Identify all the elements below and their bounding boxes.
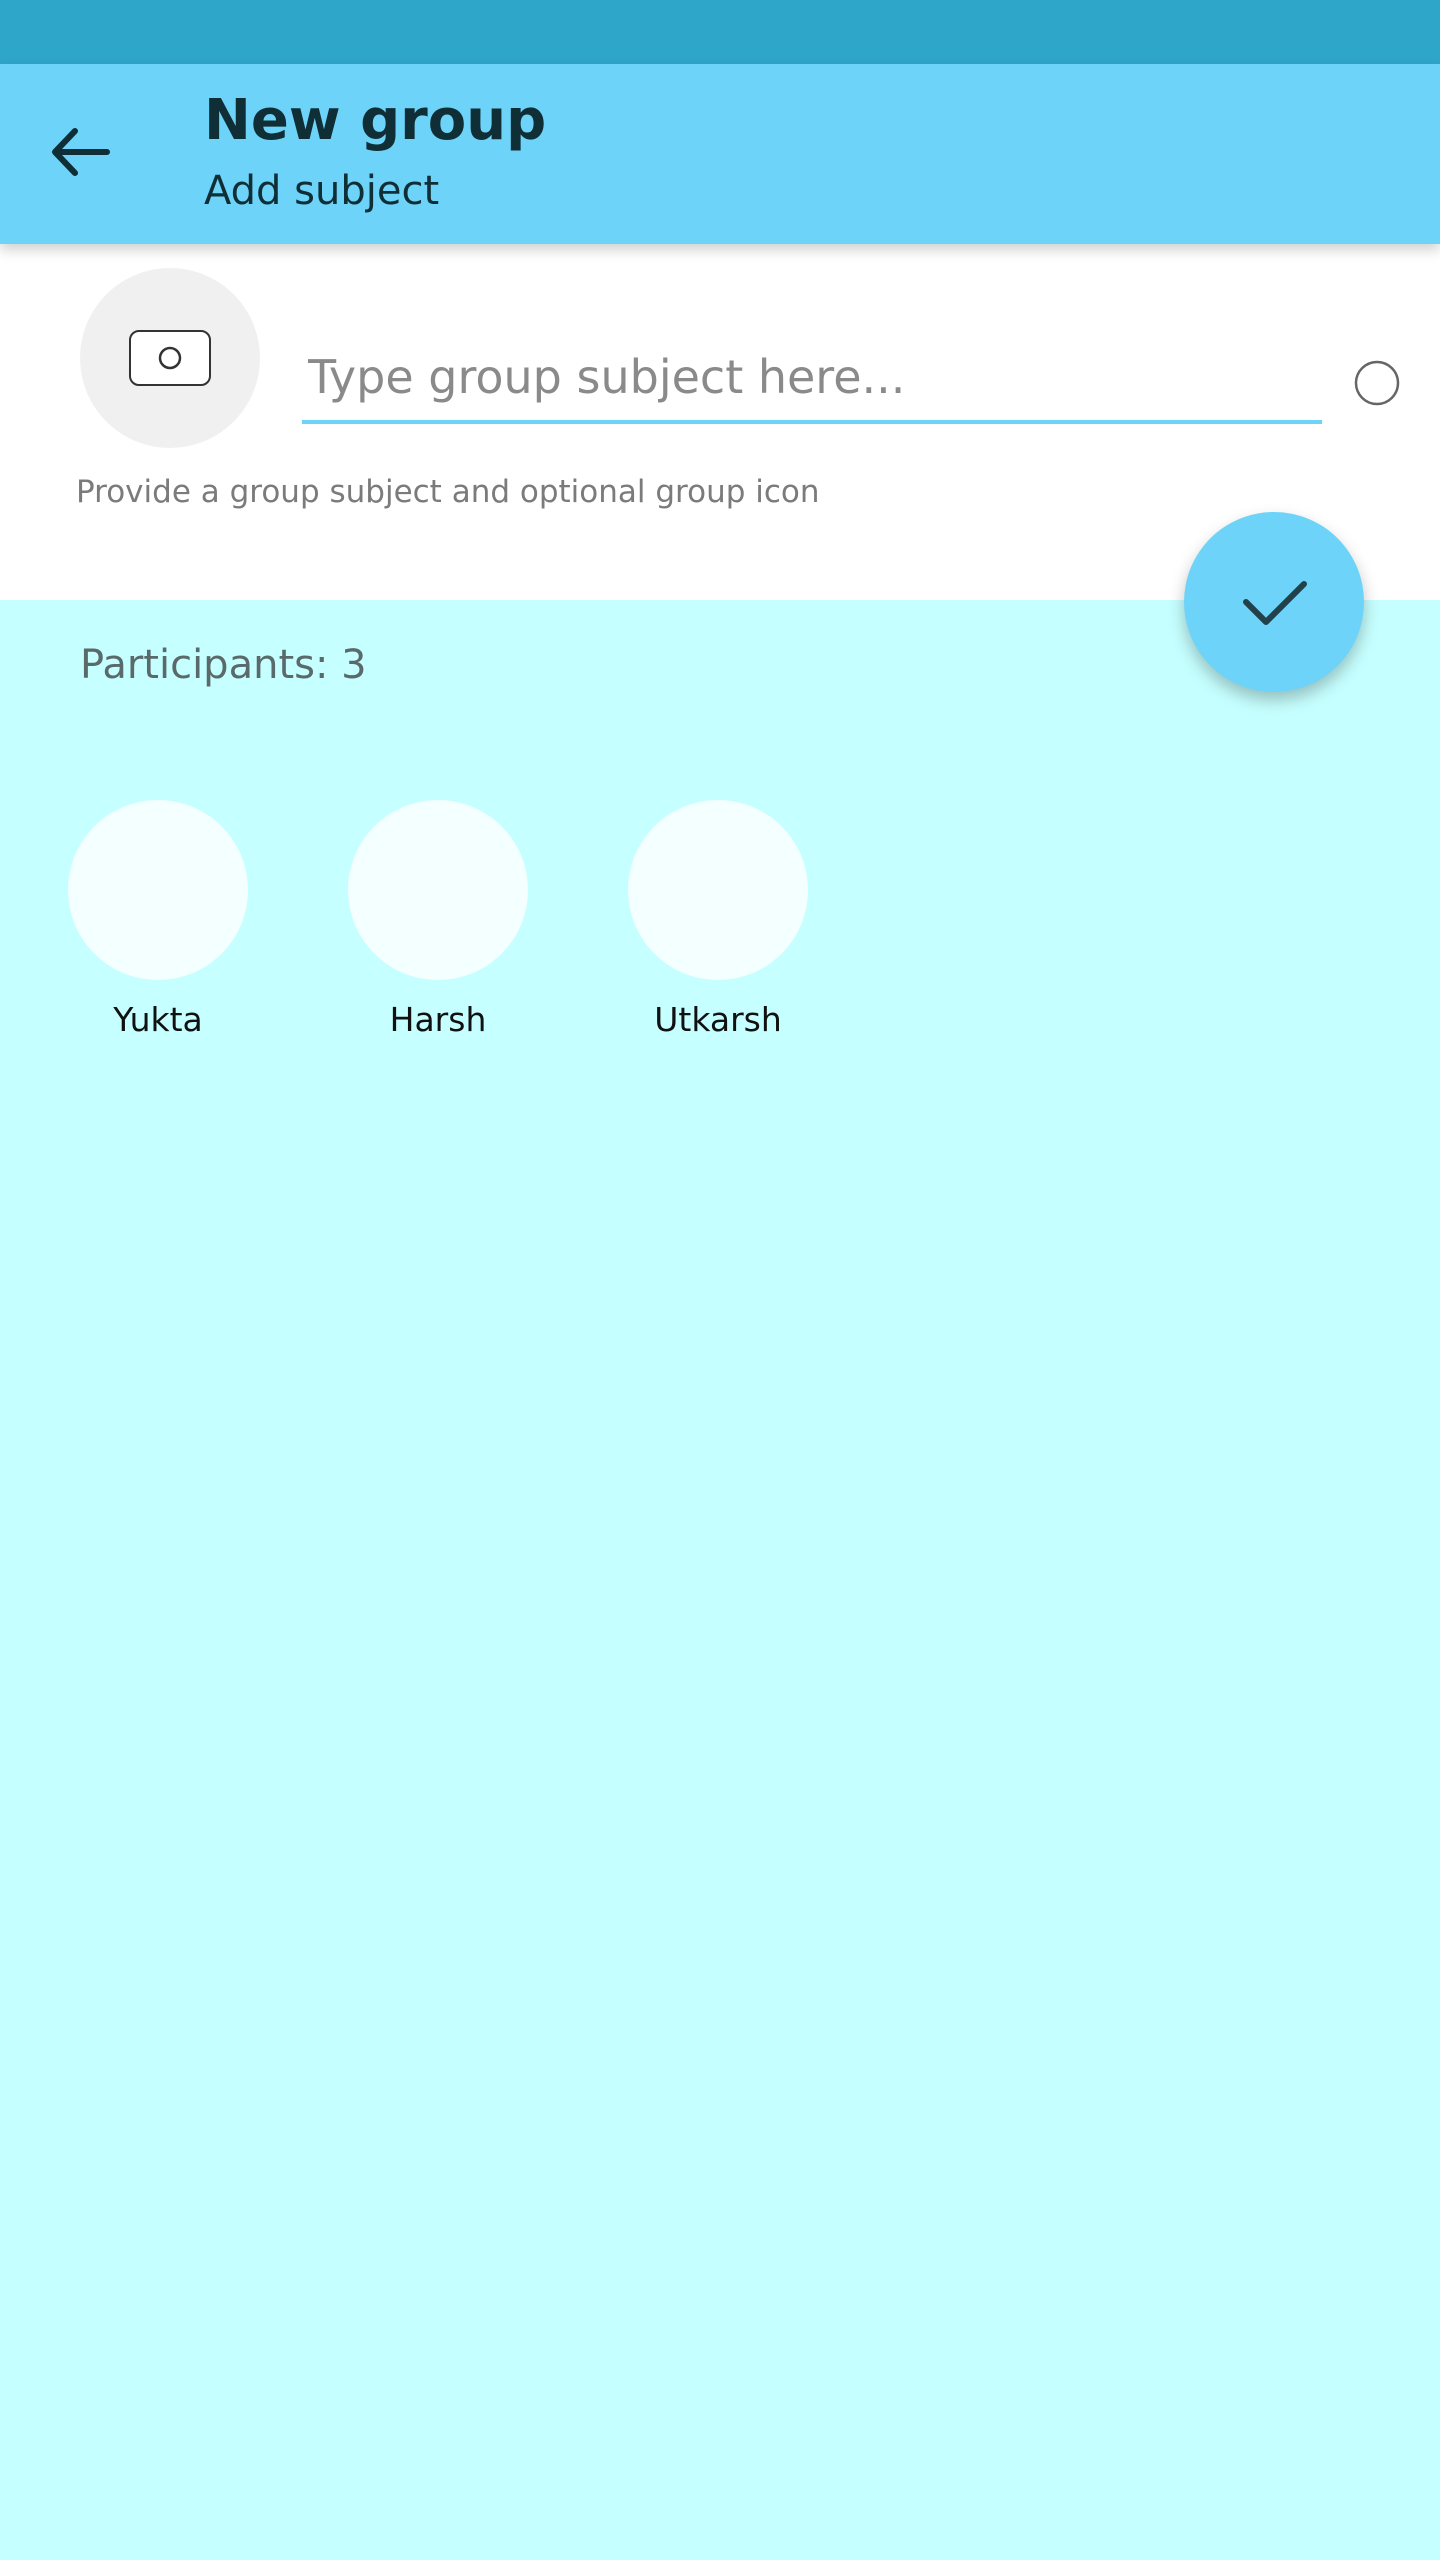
app-bar: New group Add subject bbox=[0, 64, 1440, 244]
participant-name: Utkarsh bbox=[654, 1000, 782, 1039]
participant-name: Harsh bbox=[389, 1000, 487, 1039]
subject-input-underline bbox=[302, 334, 1322, 424]
emoji-icon bbox=[1354, 360, 1400, 406]
group-icon-button[interactable] bbox=[80, 268, 260, 448]
helper-text: Provide a group subject and optional gro… bbox=[76, 474, 820, 510]
confirm-fab[interactable] bbox=[1184, 512, 1364, 692]
participant-item[interactable]: Yukta bbox=[48, 800, 268, 1060]
participant-name: Yukta bbox=[113, 1000, 203, 1039]
participants-list: Yukta Harsh Utkarsh bbox=[0, 800, 1440, 1060]
avatar bbox=[628, 800, 808, 980]
check-icon bbox=[1243, 581, 1307, 625]
subject-input[interactable] bbox=[302, 334, 1322, 420]
page-title: New group bbox=[204, 88, 547, 153]
participant-item[interactable]: Harsh bbox=[328, 800, 548, 1060]
participant-item[interactable]: Utkarsh bbox=[608, 800, 828, 1060]
emoji-button[interactable] bbox=[1352, 358, 1402, 408]
status-bar bbox=[0, 0, 1440, 64]
camera-icon bbox=[129, 330, 211, 386]
arrow-back-icon bbox=[52, 128, 110, 176]
avatar bbox=[68, 800, 248, 980]
participants-count: Participants: 3 bbox=[80, 642, 367, 688]
back-button[interactable] bbox=[30, 102, 130, 202]
avatar bbox=[348, 800, 528, 980]
page-subtitle: Add subject bbox=[204, 168, 440, 214]
